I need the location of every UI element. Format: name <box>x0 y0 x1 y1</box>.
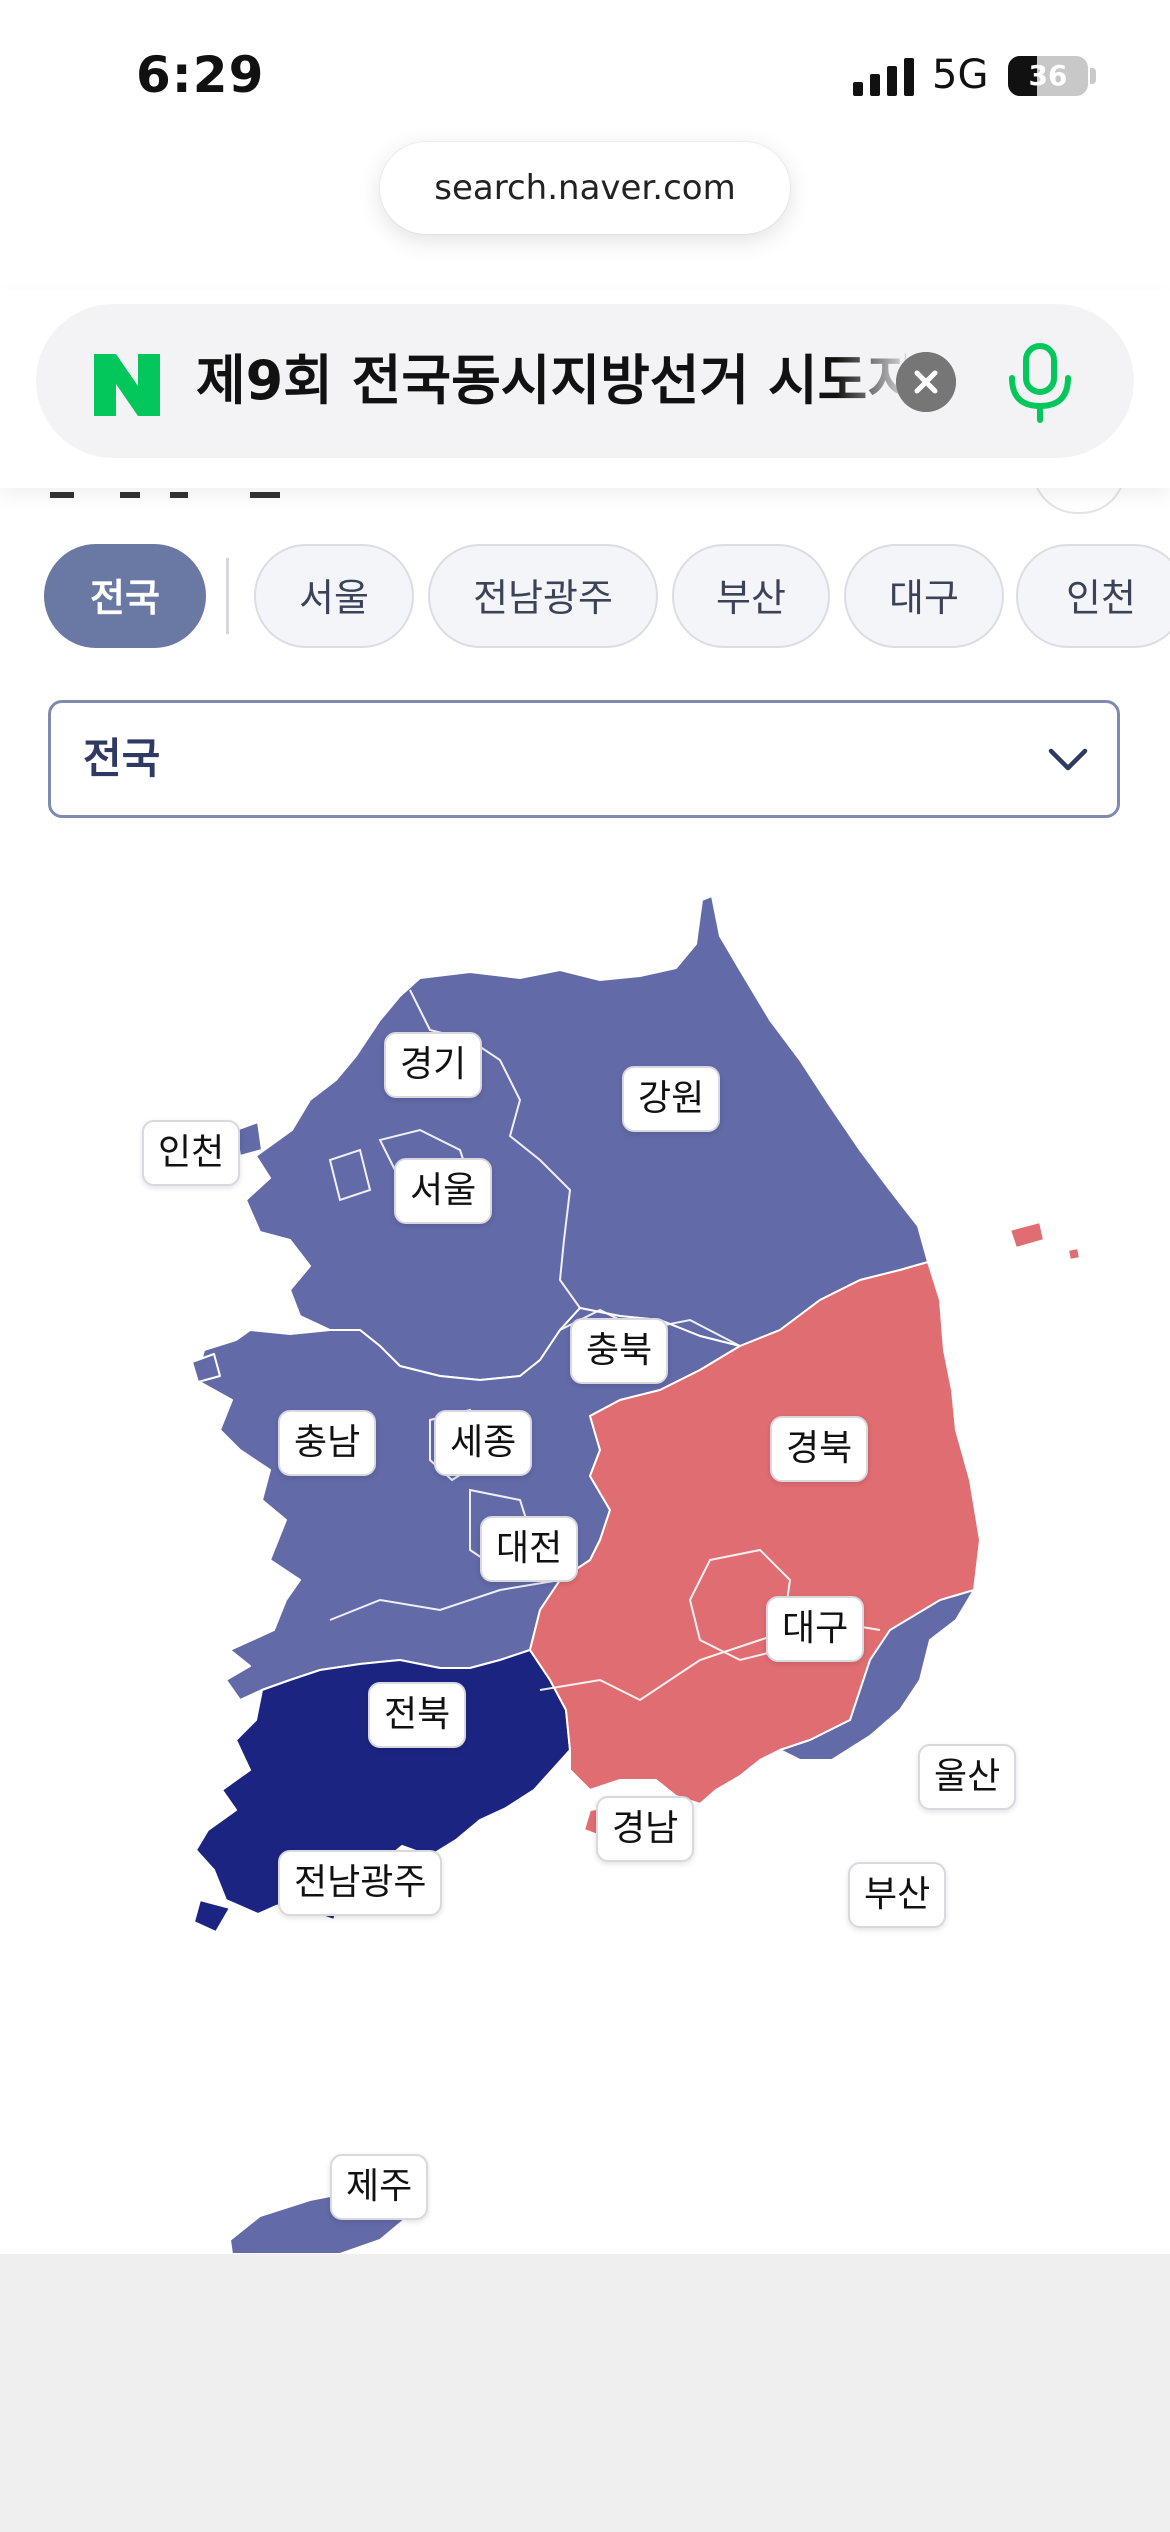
naver-n-logo[interactable] <box>94 354 160 416</box>
region-chip-bar: 전국 서울 전남광주 부산 대구 인천 <box>0 544 1170 654</box>
mic-icon[interactable] <box>1002 342 1078 424</box>
map-label-busan[interactable]: 부산 <box>848 1862 947 1928</box>
map-label-sejong[interactable]: 세종 <box>434 1410 533 1476</box>
map-label-gyeongnam[interactable]: 경남 <box>596 1796 695 1862</box>
chip-busan[interactable]: 부산 <box>672 544 830 648</box>
signal-icon <box>853 58 914 96</box>
islands-south <box>193 1899 231 1933</box>
map-label-daejeon[interactable]: 대전 <box>480 1516 579 1582</box>
chip-nationwide[interactable]: 전국 <box>44 544 206 648</box>
map-label-daegu[interactable]: 대구 <box>766 1596 865 1662</box>
map-label-incheon[interactable]: 인천 <box>142 1120 241 1186</box>
url-bar[interactable]: search.naver.com <box>380 142 790 234</box>
islands-ulleung <box>1009 1221 1045 1249</box>
footer-area <box>0 2254 1170 2532</box>
chip-incheon[interactable]: 인천 <box>1016 544 1170 648</box>
map-label-gyeongbuk[interactable]: 경북 <box>770 1416 869 1482</box>
clear-icon[interactable] <box>896 352 956 412</box>
map-label-ulsan[interactable]: 울산 <box>918 1744 1017 1810</box>
chip-jeonnam-gwangju[interactable]: 전남광주 <box>428 544 658 648</box>
map-label-gyeonggi[interactable]: 경기 <box>384 1032 483 1098</box>
map-label-chungnam[interactable]: 충남 <box>278 1410 377 1476</box>
battery-nub <box>1090 68 1096 84</box>
search-header: 제9회 전국동시지방선거 시도지사 <box>0 290 1170 488</box>
chevron-down-icon <box>1048 748 1088 771</box>
chip-seoul[interactable]: 서울 <box>254 544 414 648</box>
scrolled-heading-remnant <box>50 492 280 498</box>
map-label-seoul[interactable]: 서울 <box>394 1158 493 1224</box>
islands-dokdo <box>1067 1247 1081 1261</box>
search-bar[interactable]: 제9회 전국동시지방선거 시도지사 <box>36 304 1134 458</box>
map-label-jeju[interactable]: 제주 <box>330 2154 429 2220</box>
map-label-jeonnam-gwangju[interactable]: 전남광주 <box>278 1850 443 1916</box>
map-label-jeonbuk[interactable]: 전북 <box>368 1682 467 1748</box>
region-select[interactable]: 전국 <box>48 700 1120 818</box>
network-type: 5G <box>932 52 989 98</box>
map-label-chungbuk[interactable]: 충북 <box>570 1318 669 1384</box>
search-input[interactable]: 제9회 전국동시지방선거 시도지사 <box>196 304 906 458</box>
battery-icon: 36 <box>1008 56 1088 96</box>
chip-daegu[interactable]: 대구 <box>844 544 1004 648</box>
korea-map-svg <box>191 895 1081 2254</box>
status-time: 6:29 <box>136 46 265 104</box>
chip-divider <box>226 558 229 634</box>
islands-west-2 <box>191 1353 221 1383</box>
map-label-gangwon[interactable]: 강원 <box>622 1066 721 1132</box>
status-bar: 6:29 5G 36 <box>0 0 1170 150</box>
battery-percent: 36 <box>1028 59 1068 92</box>
election-map: 경기 강원 인천 서울 충북 충남 세종 경북 대전 대구 전북 울산 경남 전… <box>0 860 1170 2254</box>
region-select-value: 전국 <box>83 734 161 783</box>
